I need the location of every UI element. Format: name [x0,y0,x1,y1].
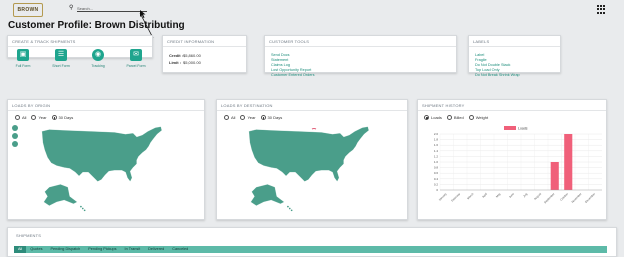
credit-value: $5,860.00 [183,53,201,58]
y-tick-label: 0.2 [434,182,439,186]
claims-log-link[interactable]: Claims Log [271,63,290,67]
x-tick-label: December [584,192,596,204]
tab-in-transit[interactable]: In Transit [121,246,145,253]
y-tick-label: 1.2 [434,154,439,158]
tab-pending-dispatch[interactable]: Pending Dispatch [46,246,84,253]
globe-icon: ◉ [92,49,104,61]
credit-information-card: CREDIT INFORMATION Credit :$5,860.00 Lim… [162,35,247,73]
hawaii-island [83,209,86,212]
tab-quotes[interactable]: Quotes [26,246,46,253]
hawaii-island [288,207,291,210]
tab-pending-pickups[interactable]: Pending Pickups [84,246,120,253]
x-tick-label: January [438,191,448,201]
search-box[interactable]: ⚲ [68,5,148,13]
us-map-destination [248,126,369,212]
envelope-icon: ✉ [130,49,142,61]
y-tick-label: 1.0 [434,160,439,164]
y-tick-label: 0.8 [434,166,439,170]
x-tick-label: March [466,192,475,201]
y-tick-label: 1.8 [434,138,439,142]
shipments-tabs: All Quotes Pending Dispatch Pending Pick… [14,246,607,253]
fragile-link[interactable]: Fragile [475,58,487,62]
alaska-shape [43,184,78,206]
y-tick-label: 1.4 [434,149,439,153]
tracking-button[interactable]: ◉ Tracking [88,49,108,68]
chart-bar [550,162,559,190]
y-tick-label: 1.6 [434,143,439,147]
limit-value: $5,000.00 [183,60,201,65]
lost-opportunity-link[interactable]: Lost Opportunity Report [271,68,311,72]
send-docs-link[interactable]: Send Docs [271,53,290,57]
destination-marker [311,128,317,130]
loads-by-origin-card: LOADS BY ORIGIN All Year 30 Days [7,99,205,220]
labels-card: LABELS Label Fragile Do Not Double Stack… [468,35,561,77]
ship-buttons-panel: ▣ Full Form ☰ Short Form ◉ Tracking ✉ Pa… [7,35,153,68]
search-icon: ⚲ [69,5,74,11]
y-tick-label: 2.0 [434,132,439,136]
tab-canceled[interactable]: Canceled [168,246,192,253]
label-link[interactable]: Label [475,53,484,57]
x-tick-label: September [543,192,556,205]
x-tick-label: October [559,192,569,202]
company-logo[interactable]: BROWN [13,3,43,17]
apps-grid-icon[interactable] [597,5,606,14]
card-title: LABELS [473,39,490,44]
y-tick-label: 0.6 [434,171,439,175]
chart-bar [564,134,573,190]
full-form-button[interactable]: ▣ Full Form [13,49,33,68]
card-title: CUSTOMER TOOLS [269,39,310,44]
legend-swatch [504,126,516,130]
y-tick-label: 0 [436,188,438,192]
page-title: Customer Profile: Brown Distributing [8,20,185,31]
top-load-only-link[interactable]: Top Load Only [475,68,500,72]
x-tick-label: February [450,191,461,202]
parcel-form-button[interactable]: ✉ Parcel Form [126,49,146,68]
shrink-wrap-link[interactable]: Do Not Break Shrink Wrap [475,73,520,77]
legend-label: Loads [518,127,528,131]
do-not-double-stack-link[interactable]: Do Not Double Stack [475,63,510,67]
loads-by-destination-card: LOADS BY DESTINATION All Year 30 Days [216,99,408,220]
limit-row: Limit : $5,000.00 [169,60,201,65]
x-tick-label: June [508,192,515,199]
hawaii-island [290,209,293,212]
contiguous-us-shape [248,126,369,182]
x-tick-label: April [481,192,488,199]
search-input[interactable] [77,5,147,12]
x-tick-label: November [571,192,583,204]
tab-delivered[interactable]: Delivered [144,246,168,253]
customer-orders-link[interactable]: Customer Entered Orders [271,73,314,77]
hawaii-island [80,205,82,208]
card-title: CREDIT INFORMATION [167,39,215,44]
box-icon: ▣ [17,49,29,61]
card-title: SHIPMENTS [16,233,42,238]
shipment-history-card: SHIPMENT HISTORY Loads Billed Weight Loa… [417,99,607,220]
statement-link[interactable]: Statement [271,58,288,62]
alaska-shape [250,184,285,206]
usa-shape [248,126,369,212]
hawaii-island [287,205,289,208]
x-tick-label: August [533,192,542,201]
credit-row: Credit :$5,860.00 [169,53,201,58]
usa-shape [41,126,162,212]
short-form-button[interactable]: ☰ Short Form [51,49,71,68]
clipboard-icon: ☰ [55,49,67,61]
us-map-origin [41,126,162,212]
customer-tools-card: CUSTOMER TOOLS Send Docs Statement Claim… [264,35,457,77]
tab-all[interactable]: All [14,246,27,253]
x-tick-label: May [495,191,502,198]
contiguous-us-shape [41,126,162,182]
shipment-history-chart: Loads 0 0.20.4 0.60.8 1.0 1.21.4 1.61.8 2.0 Janu… [434,126,602,205]
hawaii-island [81,207,84,210]
y-tick-label: 0.4 [434,177,439,181]
x-tick-label: July [522,191,529,198]
top-bar: BROWN ⚲ [0,0,624,19]
